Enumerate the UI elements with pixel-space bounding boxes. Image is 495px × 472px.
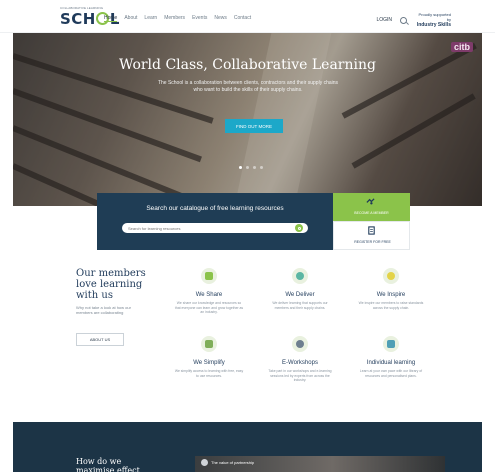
carousel-dots: [239, 166, 263, 169]
hero-banner: World Class, Collaborative Learning The …: [13, 33, 482, 206]
partner-line-1: Proudly supported by: [418, 12, 451, 22]
nav-item-home[interactable]: Home: [104, 15, 118, 22]
catalogue-search-panel: Search our catalogue of free learning re…: [97, 193, 333, 250]
workshop-icon-mark: [296, 340, 304, 348]
video-player[interactable]: The value of partnership: [195, 456, 445, 472]
feature-we-deliver[interactable]: We Deliver We deliver learning that supp…: [265, 268, 335, 310]
share-icon: [201, 268, 217, 284]
search-submit-button[interactable]: [295, 224, 303, 232]
nav-item-members[interactable]: Members: [164, 15, 185, 22]
logo-text-start: SCH: [60, 10, 96, 28]
impact-section: How do we maximise effect The value of p…: [13, 422, 482, 472]
nav-item-learn[interactable]: Learn: [144, 15, 157, 22]
register-label: REGISTER FOR FREE: [354, 240, 391, 244]
handshake-icon: [366, 198, 375, 205]
become-member-label: BECOME A MEMBER: [354, 211, 389, 215]
feature-title: We Simplify: [193, 360, 225, 366]
search-icon[interactable]: [400, 16, 407, 24]
hero-title: World Class, Collaborative Learning: [119, 57, 376, 73]
search-input[interactable]: [122, 223, 308, 233]
login-link[interactable]: LOGIN: [376, 17, 392, 23]
feature-description: Learn at your own pace with our library …: [359, 369, 423, 378]
feature-title: E-Workshops: [282, 360, 318, 366]
carousel-dot[interactable]: [253, 166, 256, 169]
feature-title: We Deliver: [285, 292, 315, 298]
feature-we-simplify[interactable]: We Simplify We simplify access to learni…: [174, 336, 244, 378]
header-actions: LOGIN Proudly supported by Industry Skil…: [376, 12, 451, 28]
carousel-dot[interactable]: [246, 166, 249, 169]
search-icon: [297, 226, 301, 230]
feature-e-workshops[interactable]: E-Workshops Take part in our workshops a…: [265, 336, 335, 383]
video-title: The value of partnership: [211, 460, 255, 465]
feature-title: We Inspire: [376, 292, 406, 298]
members-description: Why not take a look at how our members a…: [76, 305, 131, 315]
about-us-button[interactable]: ABOUT US: [76, 333, 124, 346]
feature-description: We share our knowledge and resources so …: [174, 301, 244, 314]
partner-line-2: Industry Skills: [416, 22, 451, 28]
feature-we-inspire[interactable]: We Inspire We inspire our members to rai…: [356, 268, 426, 310]
carousel-dot[interactable]: [239, 166, 242, 169]
nav-item-about[interactable]: About: [124, 15, 137, 22]
share-icon-mark: [205, 272, 213, 280]
main-nav: Home About Learn Members Events News Con…: [104, 15, 251, 22]
nav-item-contact[interactable]: Contact: [234, 15, 251, 22]
nav-item-news[interactable]: News: [214, 15, 227, 22]
deliver-icon-mark: [296, 272, 304, 280]
hero-cta-button[interactable]: FIND OUT MORE: [225, 119, 283, 133]
handshake-icon: [201, 336, 217, 352]
become-member-tile[interactable]: BECOME A MEMBER: [333, 193, 410, 221]
handshake-icon-mark: [205, 340, 213, 348]
feature-description: Take part in our workshops and e-learnin…: [268, 369, 332, 382]
register-tile[interactable]: REGISTER FOR FREE: [333, 221, 410, 250]
citb-badge[interactable]: citb: [450, 42, 473, 52]
impact-heading: How do we maximise effect: [76, 457, 140, 472]
person-icon: [383, 336, 399, 352]
feature-description: We deliver learning that supports our me…: [272, 301, 328, 310]
nav-item-events[interactable]: Events: [192, 15, 207, 22]
person-icon-mark: [387, 340, 395, 348]
hero-subtitle: The School is a collaboration between cl…: [157, 80, 339, 93]
deliver-icon: [292, 268, 308, 284]
members-heading: Our members love learning with us: [76, 268, 146, 301]
feature-title: Individual learning: [366, 360, 416, 366]
lightbulb-icon: [383, 268, 399, 284]
document-icon: [368, 226, 375, 235]
feature-we-share[interactable]: We Share We share our knowledge and reso…: [174, 268, 244, 315]
search-title: Search our catalogue of free learning re…: [146, 205, 284, 212]
feature-title: We Share: [195, 292, 223, 298]
play-icon[interactable]: [201, 459, 208, 466]
site-header: COLLABORATIVE LEARNING SCH L Home About L…: [0, 0, 495, 33]
carousel-dot[interactable]: [260, 166, 263, 169]
feature-description: We simplify access to learning with free…: [174, 369, 244, 378]
feature-description: We inspire our members to raise standard…: [358, 301, 424, 310]
workshop-icon: [292, 336, 308, 352]
feature-individual-learning[interactable]: Individual learning Learn at your own pa…: [356, 336, 426, 378]
lightbulb-icon-mark: [387, 272, 395, 280]
partner-logo[interactable]: Proudly supported by Industry Skills: [415, 12, 451, 28]
